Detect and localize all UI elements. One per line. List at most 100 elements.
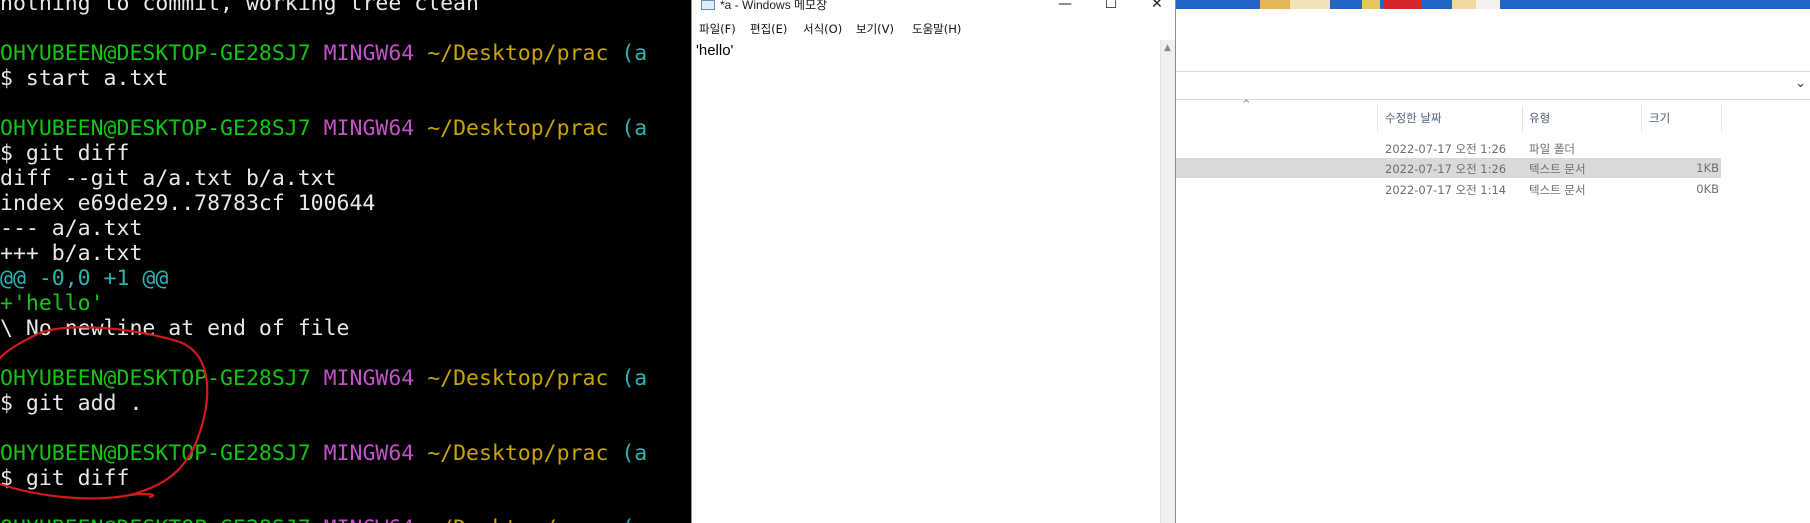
notepad-title: *a - Windows 메모장 xyxy=(720,0,828,12)
folder-icon xyxy=(1260,0,1290,9)
terminal-line: +'hello' xyxy=(0,291,104,316)
notepad-menubar: 파일(F) 편집(E) 서식(O) 보기(V) 도움말(H) xyxy=(692,18,1175,40)
terminal-text: +'hello' xyxy=(0,291,104,316)
column-header-size[interactable]: 크기 xyxy=(1649,110,1670,126)
column-divider[interactable] xyxy=(1377,106,1378,132)
terminal-text: $ start a.txt xyxy=(0,66,169,91)
terminal-text: $ git diff xyxy=(0,466,130,491)
menu-edit[interactable]: 편집(E) xyxy=(750,21,787,37)
notepad-titlebar[interactable]: *a - Windows 메모장 — ☐ ✕ xyxy=(692,0,1175,14)
menu-format[interactable]: 서식(O) xyxy=(803,21,842,37)
terminal-text: ~/Desktop/prac xyxy=(427,366,609,391)
notepad-content: 'hello' xyxy=(696,42,734,59)
terminal-text: MINGW64 xyxy=(323,366,415,391)
terminal-text: \ No newline at end of file xyxy=(0,316,350,341)
terminal-line: $ start a.txt xyxy=(0,66,168,91)
terminal-line: $ git add . xyxy=(0,391,142,416)
file-size: 0KB xyxy=(1696,182,1719,196)
terminal-text: OHYUBEEN@DESKTOP-GE28SJ7 xyxy=(0,366,311,391)
folder-icon xyxy=(1452,0,1476,9)
notepad-window[interactable]: *a - Windows 메모장 — ☐ ✕ 파일(F) 편집(E) 서식(O)… xyxy=(691,0,1176,523)
terminal-line: @@ -0,0 +1 @@ xyxy=(0,266,168,291)
address-bar[interactable]: ⌄ xyxy=(1176,71,1810,100)
terminal-text: nothing to commit, working tree clean xyxy=(0,0,479,16)
chevron-down-icon[interactable]: ⌄ xyxy=(1795,76,1806,91)
terminal-text: ~/Desktop/prac xyxy=(427,41,609,66)
menu-view[interactable]: 보기(V) xyxy=(856,21,894,37)
terminal-text: ~/Desktop/prac xyxy=(427,441,609,466)
sort-ascending-icon[interactable]: ^ xyxy=(1242,99,1250,110)
notepad-icon xyxy=(701,0,715,10)
terminal-text: (a xyxy=(608,41,648,66)
menu-help[interactable]: 도움말(H) xyxy=(912,21,961,37)
terminal-text: OHYUBEEN@DESKTOP-GE28SJ7 xyxy=(0,441,311,466)
file-type: 파일 폴더 xyxy=(1529,142,1575,156)
terminal-line: +++ b/a.txt xyxy=(0,241,142,266)
terminal-text: OHYUBEEN@DESKTOP-GE28SJ7 xyxy=(0,41,311,66)
terminal-text: diff --git a/a.txt b/a.txt xyxy=(0,166,337,191)
terminal-text: MINGW64 xyxy=(323,116,415,141)
terminal-text: (a xyxy=(608,366,648,391)
file-explorer-window[interactable]: ⌄ ^ 수정한 날짜 유형 크기 2022-07-17 오전 1:26 파일 폴… xyxy=(1176,0,1810,523)
terminal-line: $ git diff xyxy=(0,466,129,491)
terminal-text: $ git add . xyxy=(0,391,143,416)
column-divider[interactable] xyxy=(1721,106,1722,132)
file-modified: 2022-07-17 오전 1:26 xyxy=(1385,142,1507,156)
app-icon xyxy=(1476,0,1500,9)
terminal-line: diff --git a/a.txt b/a.txt xyxy=(0,166,337,191)
terminal-text: --- a/a.txt xyxy=(0,216,143,241)
terminal-line: $ git diff xyxy=(0,141,129,166)
vertical-scrollbar[interactable]: ▲ xyxy=(1160,40,1175,523)
terminal-text: MINGW64 xyxy=(323,441,415,466)
explorer-titlebar-band xyxy=(1176,0,1810,9)
menu-file[interactable]: 파일(F) xyxy=(699,21,736,37)
terminal-line: OHYUBEEN@DESKTOP-GE28SJ7 MINGW64 ~/Deskt… xyxy=(0,116,647,141)
git-bash-terminal[interactable]: nothing to commit, working tree clean OHY… xyxy=(0,0,691,523)
scroll-up-icon[interactable]: ▲ xyxy=(1164,43,1171,53)
file-modified: 2022-07-17 오전 1:26 xyxy=(1385,162,1507,176)
minimize-button[interactable]: — xyxy=(1042,0,1088,14)
terminal-text: OHYUBEEN@DESKTOP-GE28SJ7 xyxy=(0,516,311,523)
terminal-text: (a xyxy=(608,116,648,141)
close-button[interactable]: ✕ xyxy=(1134,0,1180,14)
file-row[interactable]: 2022-07-17 오전 1:26 파일 폴더 xyxy=(1176,138,1721,158)
terminal-line: nothing to commit, working tree clean xyxy=(0,0,479,16)
terminal-text: MINGW64 xyxy=(323,41,415,66)
folder-icon xyxy=(1362,0,1380,9)
terminal-text: OHYUBEEN@DESKTOP-GE28SJ7 xyxy=(0,116,311,141)
column-header-modified[interactable]: 수정한 날짜 xyxy=(1385,110,1442,126)
column-divider[interactable] xyxy=(1522,106,1523,132)
folder-icon xyxy=(1290,0,1330,9)
terminal-text: MINGW64 xyxy=(324,516,415,523)
terminal-line: OHYUBEEN@DESKTOP-GE28SJ7 MINGW64 ~/Deskt… xyxy=(0,366,647,391)
terminal-line: --- a/a.txt xyxy=(0,216,142,241)
maximize-button[interactable]: ☐ xyxy=(1088,0,1134,14)
file-row[interactable]: 2022-07-17 오전 1:14 텍스트 문서 0KB xyxy=(1176,179,1721,199)
file-type: 텍스트 문서 xyxy=(1529,183,1586,197)
terminal-text: ~/Desktop/prac xyxy=(427,116,609,141)
terminal-text: $ git diff xyxy=(0,141,130,166)
terminal-line: OHYUBEEN@DESKTOP-GE28SJ7 MINGW64 ~/Deskt… xyxy=(0,441,647,466)
terminal-line: \ No newline at end of file xyxy=(0,316,350,341)
file-size: 1KB xyxy=(1696,161,1719,175)
file-modified: 2022-07-17 오전 1:14 xyxy=(1385,183,1507,197)
terminal-text: (a xyxy=(608,441,648,466)
terminal-text: +++ b/a.txt xyxy=(0,241,143,266)
terminal-line: OHYUBEEN@DESKTOP-GE28SJ7 MINGW64 ~/Deskt… xyxy=(0,41,647,66)
column-divider[interactable] xyxy=(1641,106,1642,132)
file-row[interactable]: 2022-07-17 오전 1:26 텍스트 문서 1KB xyxy=(1176,158,1721,178)
terminal-text: (a xyxy=(608,516,647,523)
file-type: 텍스트 문서 xyxy=(1529,162,1586,176)
terminal-line: index e69de29..78783cf 100644 xyxy=(0,191,375,216)
column-header-type[interactable]: 유형 xyxy=(1529,110,1550,126)
notepad-text-area[interactable]: 'hello' xyxy=(692,40,1162,523)
